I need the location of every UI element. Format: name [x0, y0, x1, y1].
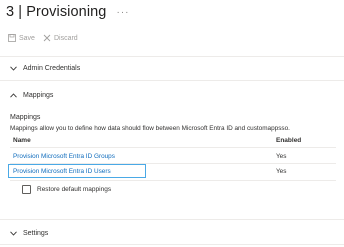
section-label: Admin Credentials — [23, 64, 81, 72]
discard-button[interactable]: Discard — [43, 34, 78, 42]
chevron-down-icon — [10, 230, 17, 236]
restore-checkbox[interactable] — [22, 184, 31, 194]
more-options-icon[interactable]: ··· — [116, 7, 129, 18]
table-divider — [10, 147, 336, 148]
divider — [0, 80, 344, 81]
page-title: 3 | Provisioning — [6, 4, 107, 20]
restore-label: Restore default mappings — [37, 185, 112, 193]
section-label: Mappings — [23, 91, 54, 99]
section-mappings[interactable]: Mappings — [10, 89, 53, 101]
table-divider — [10, 180, 336, 181]
section-admin-credentials[interactable]: Admin Credentials — [10, 62, 80, 74]
save-icon — [8, 34, 16, 42]
section-settings[interactable]: Settings — [10, 227, 48, 239]
close-icon — [43, 34, 51, 42]
mappings-description: Mappings allow you to define how data sh… — [10, 125, 290, 132]
command-bar: Save Discard — [8, 31, 86, 45]
mapping-enabled-groups: Yes — [276, 153, 287, 160]
page-header: 3 | Provisioning ··· — [6, 2, 129, 22]
restore-default-mappings[interactable]: Restore default mappings — [22, 183, 111, 195]
column-header-enabled: Enabled — [276, 137, 302, 144]
divider — [0, 56, 344, 57]
mapping-enabled-users: Yes — [276, 168, 287, 175]
divider — [0, 244, 344, 245]
section-label: Settings — [23, 229, 49, 237]
mappings-heading: Mappings — [10, 114, 41, 121]
divider — [0, 219, 344, 220]
discard-label: Discard — [53, 34, 78, 42]
chevron-down-icon — [10, 65, 17, 71]
mapping-link-groups[interactable]: Provision Microsoft Entra ID Groups — [13, 153, 115, 160]
save-button[interactable]: Save — [8, 34, 35, 42]
chevron-up-icon — [10, 92, 17, 98]
column-header-name: Name — [13, 137, 31, 144]
save-label: Save — [19, 34, 35, 42]
mapping-link-users[interactable]: Provision Microsoft Entra ID Users — [13, 168, 111, 175]
